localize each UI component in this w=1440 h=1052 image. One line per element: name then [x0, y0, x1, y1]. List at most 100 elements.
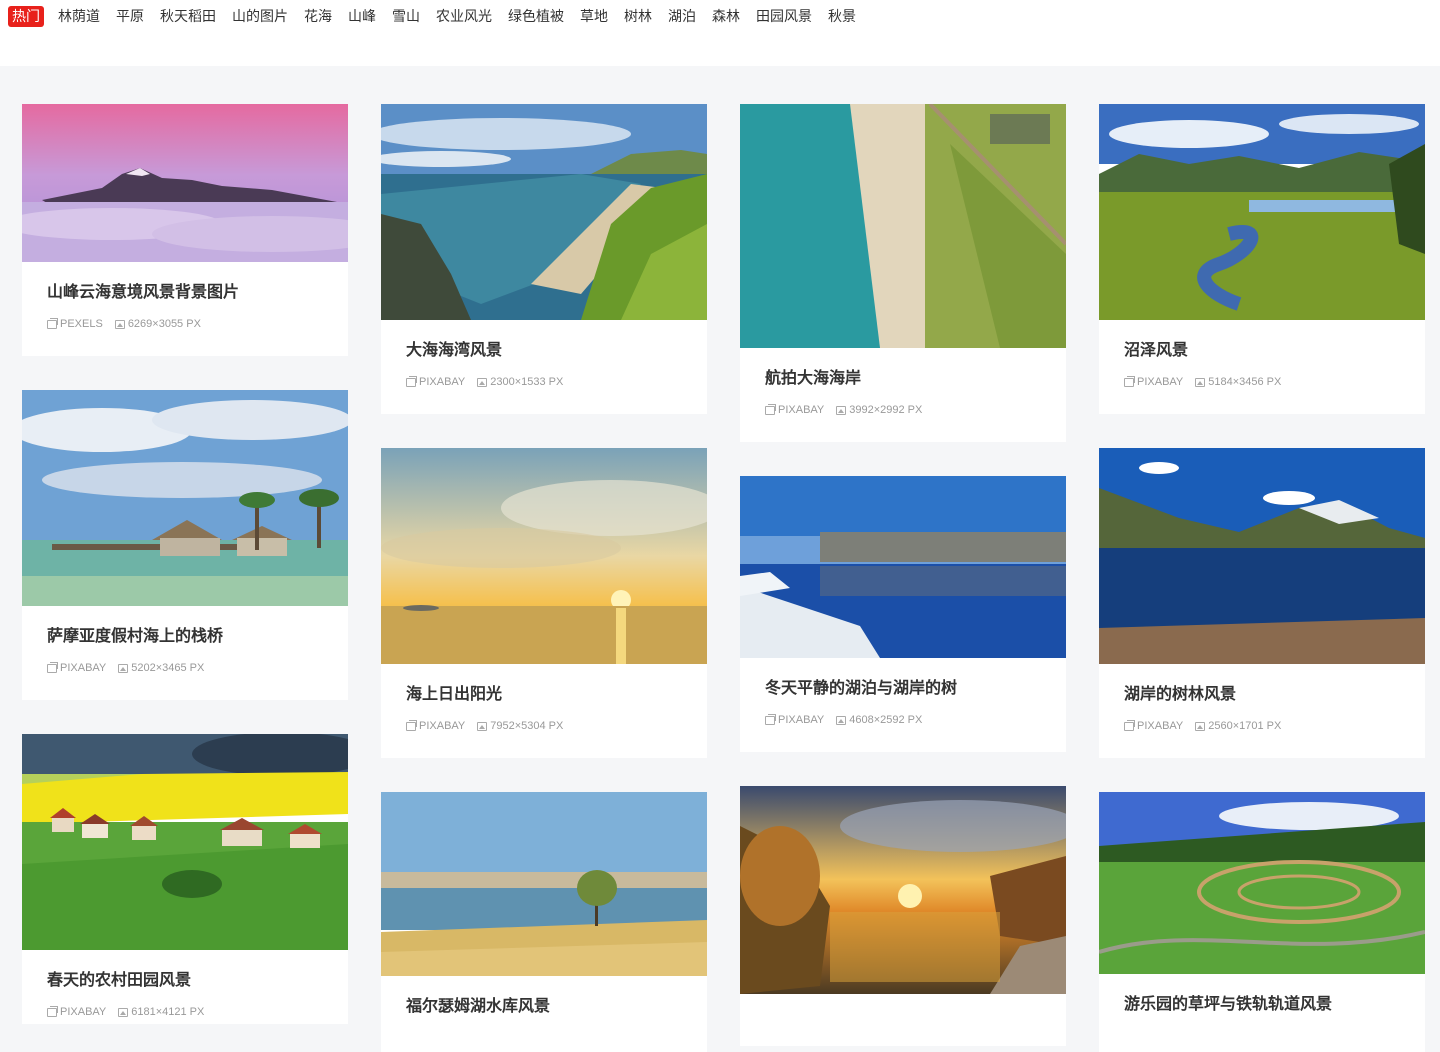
- top-bar: 热门 林荫道 平原 秋天稻田 山的图片 花海 山峰 雪山 农业风光 绿色植被 草…: [0, 0, 1440, 66]
- copy-icon: [765, 403, 776, 415]
- source-label: PIXABAY: [60, 662, 107, 674]
- size-label: 4608×2592 PX: [849, 714, 923, 726]
- image-card[interactable]: 山峰云海意境风景背景图片 PEXELS 6269×3055 PX: [22, 104, 348, 356]
- source-label: PIXABAY: [419, 720, 466, 732]
- tag-item[interactable]: 田园风景: [748, 6, 820, 27]
- image-card[interactable]: 福尔瑟姆湖水库风景: [381, 792, 707, 1052]
- card-title[interactable]: 湖岸的树林风景: [1099, 684, 1425, 706]
- card-image[interactable]: [740, 786, 1066, 994]
- card-size: 6269×3055 PX: [114, 318, 201, 330]
- card-meta: PIXABAY 2560×1701 PX: [1099, 719, 1425, 732]
- copy-icon: [765, 713, 776, 725]
- image-icon: [1195, 721, 1206, 731]
- card-size: 4608×2592 PX: [836, 714, 922, 726]
- copy-icon: [406, 719, 417, 731]
- card-title[interactable]: 游乐园的草坪与铁轨轨道风景: [1099, 994, 1425, 1016]
- tag-item[interactable]: 秋景: [820, 6, 864, 27]
- copy-icon: [1124, 719, 1135, 731]
- tag-hot[interactable]: 热门: [8, 6, 44, 27]
- card-meta: PIXABAY 3992×2992 PX: [740, 403, 1066, 416]
- image-icon: [477, 377, 488, 387]
- copy-icon: [406, 375, 417, 387]
- card-source: PEXELS: [47, 317, 103, 330]
- card-meta: PIXABAY 6181×4121 PX: [22, 1005, 348, 1018]
- image-icon: [118, 663, 129, 673]
- copy-icon: [47, 317, 58, 329]
- card-image[interactable]: [381, 104, 707, 320]
- card-source: PIXABAY: [1124, 375, 1183, 388]
- copy-icon: [1124, 375, 1135, 387]
- size-label: 2560×1701 PX: [1208, 720, 1282, 732]
- card-title[interactable]: 福尔瑟姆湖水库风景: [381, 996, 707, 1018]
- size-label: 6181×4121 PX: [131, 1006, 205, 1018]
- size-label: 2300×1533 PX: [490, 376, 564, 388]
- image-card[interactable]: 萨摩亚度假村海上的栈桥 PIXABAY 5202×3465 PX: [22, 390, 348, 700]
- card-meta: PIXABAY 2300×1533 PX: [381, 375, 707, 388]
- image-card[interactable]: 大海海湾风景 PIXABAY 2300×1533 PX: [381, 104, 707, 414]
- card-image[interactable]: [22, 104, 348, 262]
- card-size: 2560×1701 PX: [1195, 720, 1281, 732]
- tag-item[interactable]: 湖泊: [660, 6, 704, 27]
- card-source: PIXABAY: [47, 1005, 107, 1018]
- card-title[interactable]: 冬天平静的湖泊与湖岸的树: [740, 678, 1066, 700]
- card-size: 6181×4121 PX: [118, 1006, 204, 1018]
- source-label: PEXELS: [60, 318, 103, 330]
- image-card[interactable]: 湖岸的树林风景 PIXABAY 2560×1701 PX: [1099, 448, 1425, 758]
- copy-icon: [47, 1005, 58, 1017]
- card-meta: PIXABAY 7952×5304 PX: [381, 719, 707, 732]
- tag-item[interactable]: 草地: [572, 6, 616, 27]
- tag-nav: 热门 林荫道 平原 秋天稻田 山的图片 花海 山峰 雪山 农业风光 绿色植被 草…: [8, 6, 864, 27]
- card-meta: PEXELS 6269×3055 PX: [22, 317, 348, 330]
- tag-item[interactable]: 雪山: [384, 6, 428, 27]
- tag-item[interactable]: 山峰: [340, 6, 384, 27]
- card-meta: PIXABAY 5184×3456 PX: [1099, 375, 1425, 388]
- card-title[interactable]: 山峰云海意境风景背景图片: [22, 282, 348, 304]
- card-title[interactable]: 航拍大海海岸: [740, 368, 1066, 390]
- card-size: 5202×3465 PX: [118, 662, 204, 674]
- image-icon: [477, 721, 488, 731]
- image-card[interactable]: 冬天平静的湖泊与湖岸的树 PIXABAY 4608×2592 PX: [740, 476, 1066, 752]
- tag-item[interactable]: 山的图片: [224, 6, 296, 27]
- card-image[interactable]: [22, 734, 348, 950]
- image-icon: [118, 1007, 129, 1017]
- image-card[interactable]: 海上日出阳光 PIXABAY 7952×5304 PX: [381, 448, 707, 758]
- card-image[interactable]: [740, 104, 1066, 348]
- image-card[interactable]: [740, 786, 1066, 1046]
- size-label: 7952×5304 PX: [490, 720, 564, 732]
- tag-item[interactable]: 花海: [296, 6, 340, 27]
- card-title[interactable]: 萨摩亚度假村海上的栈桥: [22, 626, 348, 648]
- tag-item[interactable]: 平原: [108, 6, 152, 27]
- source-label: PIXABAY: [778, 714, 825, 726]
- image-card[interactable]: 航拍大海海岸 PIXABAY 3992×2992 PX: [740, 104, 1066, 442]
- image-card[interactable]: 游乐园的草坪与铁轨轨道风景: [1099, 792, 1425, 1052]
- card-image[interactable]: [381, 792, 707, 976]
- card-size: 5184×3456 PX: [1195, 376, 1281, 388]
- image-card[interactable]: 沼泽风景 PIXABAY 5184×3456 PX: [1099, 104, 1425, 414]
- source-label: PIXABAY: [60, 1006, 107, 1018]
- image-icon: [836, 405, 847, 415]
- tag-item[interactable]: 林荫道: [50, 6, 108, 27]
- size-label: 3992×2992 PX: [849, 404, 923, 416]
- card-meta: PIXABAY 5202×3465 PX: [22, 661, 348, 674]
- card-source: PIXABAY: [406, 719, 466, 732]
- image-icon: [1195, 377, 1206, 387]
- card-image[interactable]: [1099, 792, 1425, 974]
- tag-item[interactable]: 森林: [704, 6, 748, 27]
- card-image[interactable]: [1099, 104, 1425, 320]
- card-size: 7952×5304 PX: [477, 720, 563, 732]
- card-image[interactable]: [740, 476, 1066, 658]
- tag-item[interactable]: 树林: [616, 6, 660, 27]
- tag-item[interactable]: 绿色植被: [500, 6, 572, 27]
- card-title[interactable]: 大海海湾风景: [381, 340, 707, 362]
- card-title[interactable]: 海上日出阳光: [381, 684, 707, 706]
- tag-item[interactable]: 农业风光: [428, 6, 500, 27]
- card-image[interactable]: [1099, 448, 1425, 664]
- card-image[interactable]: [22, 390, 348, 606]
- card-title[interactable]: 沼泽风景: [1099, 340, 1425, 362]
- size-label: 5202×3465 PX: [131, 662, 205, 674]
- card-title[interactable]: 春天的农村田园风景: [22, 970, 348, 992]
- image-card[interactable]: 春天的农村田园风景 PIXABAY 6181×4121 PX: [22, 734, 348, 1024]
- card-source: PIXABAY: [47, 661, 107, 674]
- card-image[interactable]: [381, 448, 707, 664]
- tag-item[interactable]: 秋天稻田: [152, 6, 224, 27]
